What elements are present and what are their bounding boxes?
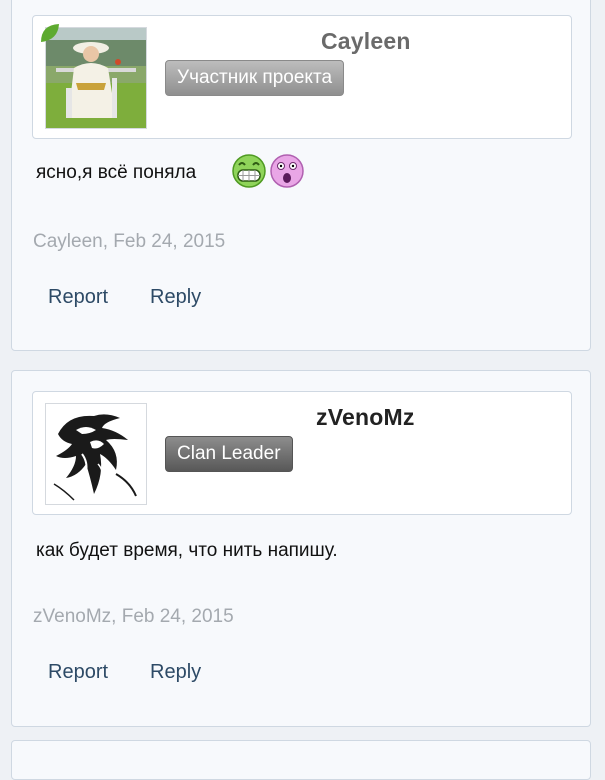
message-post: Cayleen Участник проекта ясно,я всё поня… xyxy=(11,0,591,351)
report-link[interactable]: Report xyxy=(48,661,108,684)
post-meta[interactable]: zVenoMz, Feb 24, 2015 xyxy=(33,606,234,628)
shocked-smiley-icon xyxy=(270,154,304,188)
message-text: как будет время, что нить напишу. xyxy=(36,540,338,561)
report-link[interactable]: Report xyxy=(48,286,108,309)
user-title-badge: Участник проекта xyxy=(165,60,345,96)
post-meta[interactable]: Cayleen, Feb 24, 2015 xyxy=(33,231,225,253)
username[interactable]: Cayleen xyxy=(321,28,411,55)
message-author-box: zVenoMz Clan Leader xyxy=(32,391,572,515)
reply-link[interactable]: Reply xyxy=(150,286,201,309)
message-author-box: Cayleen Участник проекта xyxy=(32,15,572,139)
avatar-photo xyxy=(46,28,146,128)
message-post xyxy=(11,740,591,780)
reply-link[interactable]: Reply xyxy=(150,661,201,684)
username[interactable]: zVenoMz xyxy=(316,404,415,431)
leaf-icon xyxy=(41,24,59,42)
grin-smiley-icon xyxy=(232,154,266,188)
message-text: ясно,я всё поняла xyxy=(36,162,197,183)
user-title-badge: Clan Leader xyxy=(165,436,293,472)
avatar[interactable] xyxy=(45,403,147,505)
smilies xyxy=(231,151,307,196)
message-post: zVenoMz Clan Leader как будет время, что… xyxy=(11,370,591,727)
avatar-photo xyxy=(46,404,146,504)
